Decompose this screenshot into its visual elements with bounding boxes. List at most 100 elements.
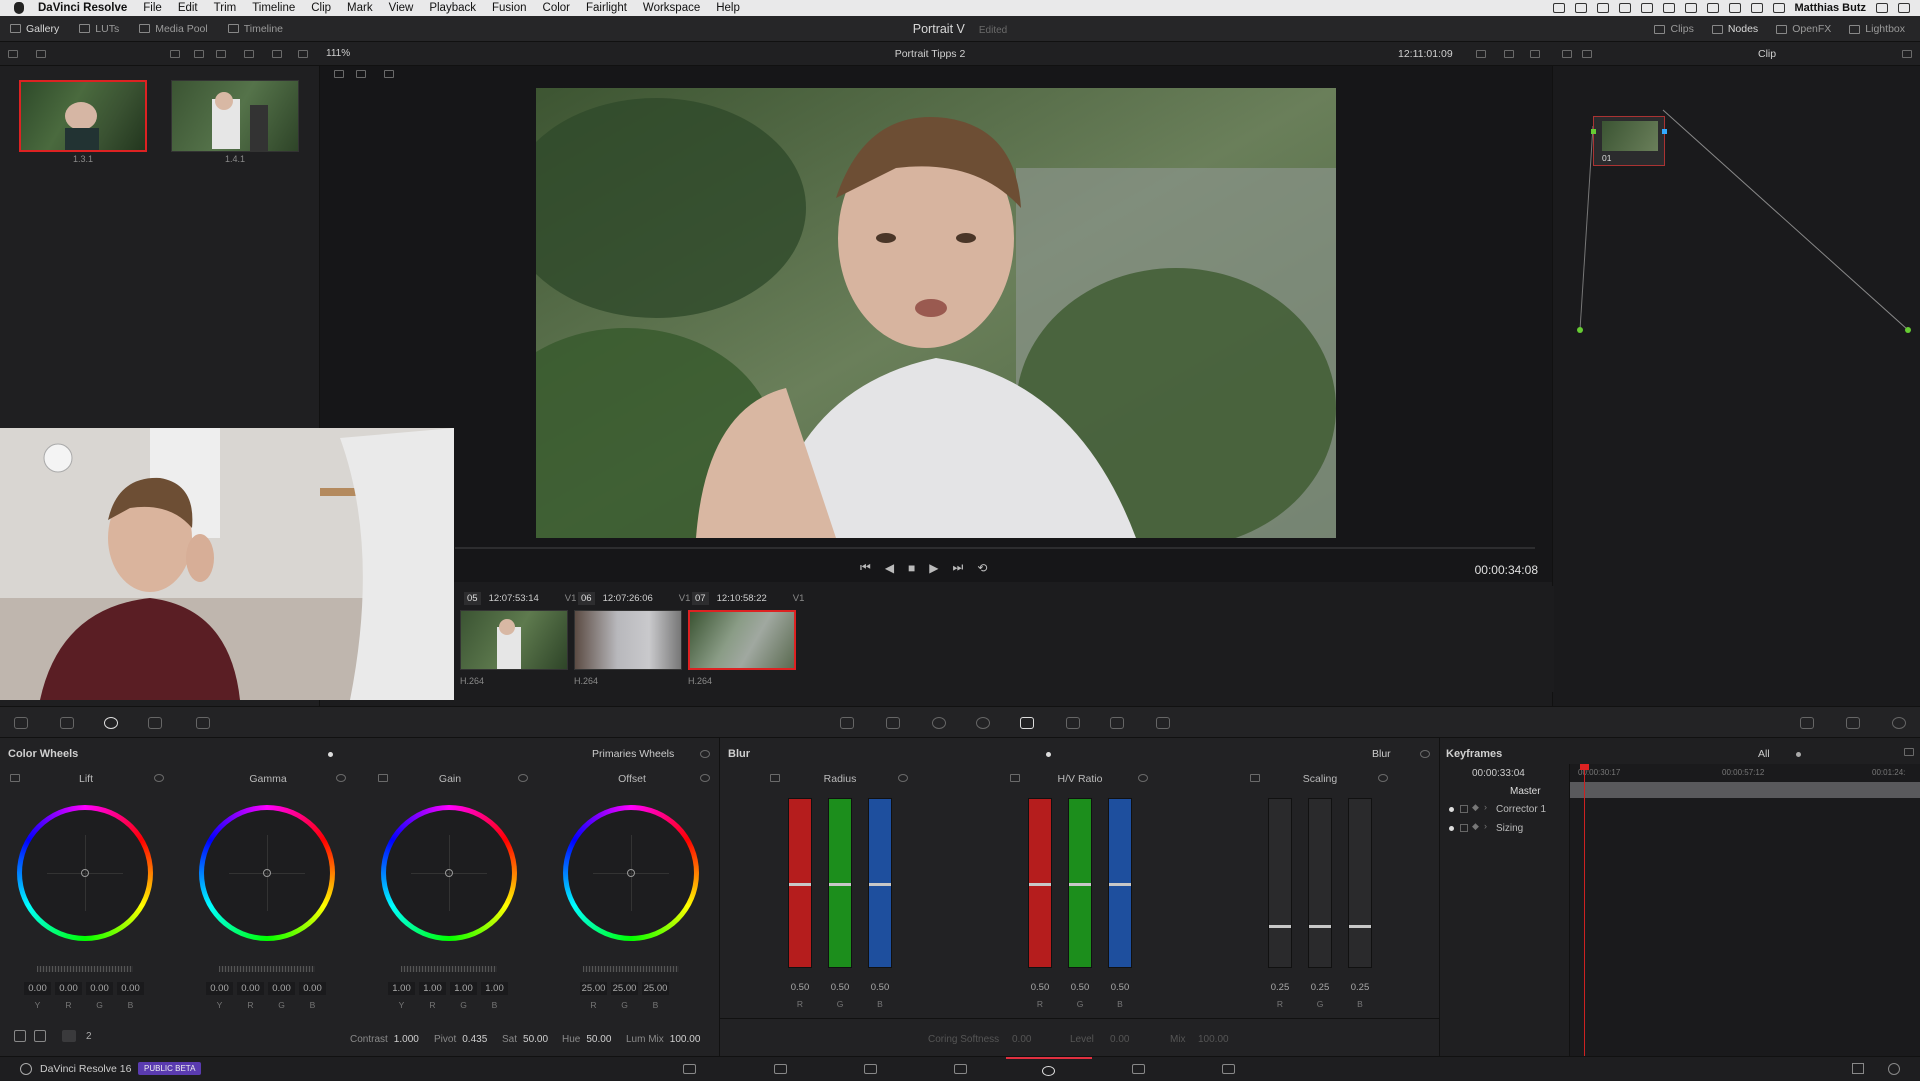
menu-playback[interactable]: Playback bbox=[429, 2, 476, 14]
link-icon[interactable] bbox=[1010, 774, 1020, 782]
gain-b-value[interactable]: 1.00 bbox=[481, 982, 508, 995]
scaling-g-value[interactable]: 0.25 bbox=[1305, 982, 1335, 993]
menu-fusion[interactable]: Fusion bbox=[492, 2, 527, 14]
more-icon[interactable] bbox=[1902, 50, 1912, 58]
slider-handle[interactable] bbox=[1069, 883, 1091, 886]
scaling-b-value[interactable]: 0.25 bbox=[1345, 982, 1375, 993]
slider-handle[interactable] bbox=[829, 883, 851, 886]
link-icon[interactable] bbox=[1250, 774, 1260, 782]
menu-app-name[interactable]: DaVinci Resolve bbox=[38, 2, 127, 14]
slider-handle[interactable] bbox=[789, 883, 811, 886]
menu-clip[interactable]: Clip bbox=[311, 2, 331, 14]
status-icon[interactable] bbox=[1596, 3, 1609, 13]
rgb-mixer-icon[interactable] bbox=[148, 717, 162, 729]
diamond-icon[interactable]: ◆ bbox=[1472, 802, 1479, 813]
clip-thumbnail[interactable] bbox=[574, 610, 682, 670]
reset-icon[interactable] bbox=[1138, 774, 1148, 782]
color-match-icon[interactable] bbox=[60, 717, 74, 729]
menu-color[interactable]: Color bbox=[543, 2, 570, 14]
page-deliver[interactable] bbox=[1186, 1057, 1272, 1081]
toolbar-nodes[interactable]: Nodes bbox=[1703, 16, 1767, 42]
radius-g-slider[interactable] bbox=[828, 798, 852, 968]
hv-ratio-b-slider[interactable] bbox=[1108, 798, 1132, 968]
page-2-button[interactable]: 2 bbox=[86, 1031, 92, 1042]
scaling-g-slider[interactable] bbox=[1308, 798, 1332, 968]
page-dot[interactable] bbox=[1046, 752, 1051, 757]
status-icon[interactable] bbox=[1574, 3, 1587, 13]
keyframe-row-master[interactable]: Master bbox=[1510, 786, 1541, 797]
scaling-b-slider[interactable] bbox=[1348, 798, 1372, 968]
lum-mix-value[interactable]: 100.00 bbox=[670, 1034, 701, 1045]
lock-icon[interactable] bbox=[1460, 805, 1468, 813]
clip-thumbnail[interactable] bbox=[460, 610, 568, 670]
curves-icon[interactable] bbox=[840, 717, 854, 729]
hue-value[interactable]: 50.00 bbox=[586, 1034, 611, 1045]
playhead-handle[interactable] bbox=[1580, 764, 1589, 770]
pivot-value[interactable]: 0.435 bbox=[462, 1034, 487, 1045]
link-icon[interactable] bbox=[770, 774, 780, 782]
scopes-icon[interactable] bbox=[1846, 717, 1860, 729]
menu-workspace[interactable]: Workspace bbox=[643, 2, 700, 14]
slider-handle[interactable] bbox=[1029, 883, 1051, 886]
hv-ratio-g-value[interactable]: 0.50 bbox=[1065, 982, 1095, 993]
gain-wheel[interactable] bbox=[381, 805, 517, 941]
reset-icon[interactable] bbox=[1378, 774, 1388, 782]
toolbar-lightbox[interactable]: Lightbox bbox=[1840, 16, 1914, 42]
apple-icon[interactable] bbox=[14, 2, 24, 14]
skip-to-start-icon[interactable]: ⏮ bbox=[860, 560, 871, 575]
page-fairlight[interactable] bbox=[1096, 1057, 1182, 1081]
sat-value[interactable]: 50.00 bbox=[523, 1034, 548, 1045]
radius-b-slider[interactable] bbox=[868, 798, 892, 968]
viewer-scrubber[interactable] bbox=[455, 547, 1535, 549]
scaling-r-value[interactable]: 0.25 bbox=[1265, 982, 1295, 993]
wifi-icon[interactable] bbox=[1750, 3, 1763, 13]
camera-raw-icon[interactable] bbox=[14, 717, 28, 729]
color-wheels-icon[interactable] bbox=[104, 717, 118, 729]
hv-ratio-b-value[interactable]: 0.50 bbox=[1105, 982, 1135, 993]
blur-icon[interactable] bbox=[1020, 717, 1034, 729]
loop-icon[interactable]: ⟲ bbox=[977, 561, 987, 575]
master-wheel-jog[interactable] bbox=[401, 966, 497, 972]
reset-icon[interactable] bbox=[700, 774, 710, 782]
pointer-icon[interactable] bbox=[1562, 50, 1572, 58]
reset-icon[interactable] bbox=[518, 774, 528, 782]
playhead[interactable] bbox=[1584, 764, 1585, 1056]
status-icon[interactable] bbox=[1552, 3, 1565, 13]
menu-timeline[interactable]: Timeline bbox=[252, 2, 295, 14]
stop-icon[interactable]: ■ bbox=[908, 561, 915, 575]
keyframe-timeline[interactable]: 00:00:30:17 00:00:57:12 00:01:24: bbox=[1569, 764, 1920, 1056]
status-icon[interactable] bbox=[1772, 3, 1785, 13]
timeline-selector[interactable]: Portrait Tipps 2 bbox=[0, 48, 1860, 60]
tracker-icon[interactable] bbox=[976, 717, 990, 729]
gain-y-value[interactable]: 1.00 bbox=[388, 982, 415, 995]
radius-r-value[interactable]: 0.50 bbox=[785, 982, 815, 993]
reset-icon[interactable] bbox=[700, 750, 710, 758]
status-icon[interactable] bbox=[1728, 3, 1741, 13]
motion-effects-icon[interactable] bbox=[196, 717, 210, 729]
window-icon[interactable] bbox=[932, 717, 946, 729]
keyframe-filter[interactable]: All bbox=[1758, 748, 1770, 760]
clip-thumbnail[interactable] bbox=[688, 610, 796, 670]
hv-ratio-g-slider[interactable] bbox=[1068, 798, 1092, 968]
expand-icon[interactable] bbox=[1904, 748, 1914, 756]
radius-b-value[interactable]: 0.50 bbox=[865, 982, 895, 993]
reset-icon[interactable] bbox=[898, 774, 908, 782]
page-media[interactable] bbox=[647, 1057, 733, 1081]
expand-icon[interactable] bbox=[1504, 50, 1514, 58]
page-dot[interactable] bbox=[328, 752, 333, 757]
node-input[interactable] bbox=[1591, 129, 1596, 134]
status-icon[interactable] bbox=[1662, 3, 1675, 13]
pivot-control[interactable]: Pivot 0.435 bbox=[434, 1034, 487, 1045]
spotlight-search-icon[interactable] bbox=[1876, 3, 1888, 13]
qualifier-icon[interactable] bbox=[886, 717, 900, 729]
gain-r-value[interactable]: 1.00 bbox=[419, 982, 446, 995]
menu-help[interactable]: Help bbox=[716, 2, 740, 14]
gamma-g-value[interactable]: 0.00 bbox=[268, 982, 295, 995]
slider-handle[interactable] bbox=[1349, 925, 1371, 928]
play-icon[interactable]: ▶ bbox=[929, 561, 938, 575]
toolbar-gallery[interactable]: Gallery bbox=[0, 16, 69, 42]
gamma-r-value[interactable]: 0.00 bbox=[237, 982, 264, 995]
chevron-right-icon[interactable]: › bbox=[1484, 802, 1487, 812]
wheel-center-handle[interactable] bbox=[81, 869, 89, 877]
hv-ratio-r-slider[interactable] bbox=[1028, 798, 1052, 968]
